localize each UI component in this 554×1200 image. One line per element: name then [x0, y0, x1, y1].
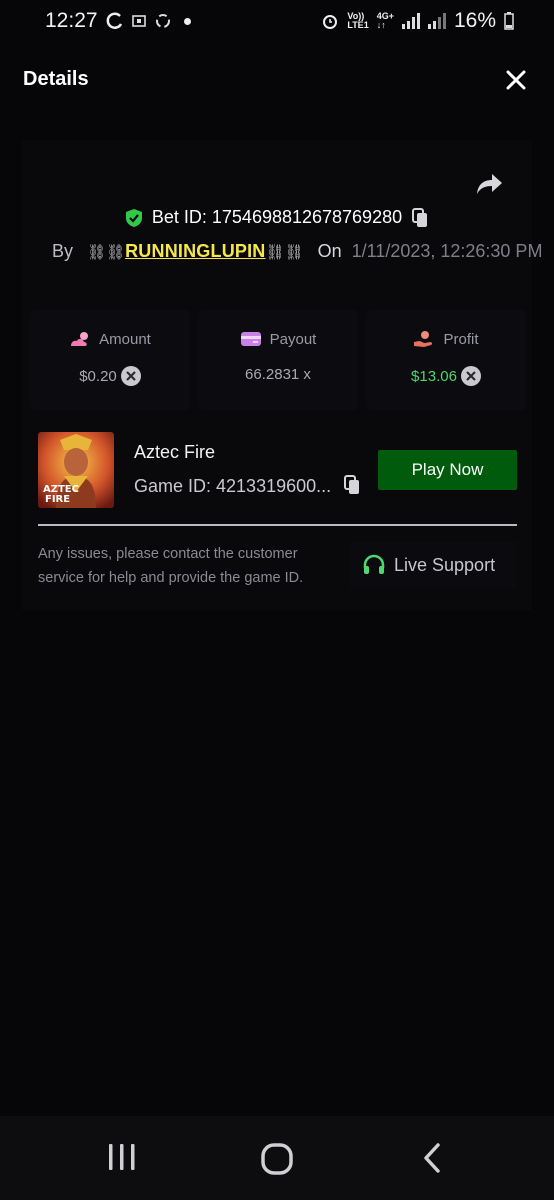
status-right: Vo)) LTE1 4G+ ↓↑ 16%: [321, 9, 514, 33]
clock: 12:27: [45, 9, 98, 32]
page-title: Details: [23, 68, 89, 90]
copy-icon[interactable]: [342, 475, 362, 495]
aztec-fire-artwork: AZTEC FIRE: [38, 432, 114, 508]
home-icon[interactable]: [260, 1142, 294, 1176]
game-name: Aztec Fire: [134, 442, 216, 462]
chain-decoration-left: ⛓⛓: [87, 243, 126, 261]
status-dot: [183, 17, 191, 25]
status-bar: 12:27 Vo)) LTE1 4G+ ↓↑ 16%: [0, 0, 554, 42]
play-now-button[interactable]: Play Now: [378, 450, 517, 490]
profit-value: $13.06: [411, 367, 457, 385]
game-thumbnail[interactable]: AZTEC FIRE: [38, 432, 114, 508]
help-text: Any issues, please contact the customer …: [38, 546, 304, 586]
details-header: Details: [0, 52, 554, 108]
recycle-icon: [155, 14, 170, 28]
game-id: Game ID: 4213319600...: [134, 476, 332, 496]
alarm-icon: [323, 15, 338, 29]
status-left: 12:27: [45, 9, 191, 33]
volte-indicator: Vo)) LTE1: [347, 11, 369, 30]
bet-id: Bet ID: 1754698812678769280: [151, 207, 403, 227]
by-label: By: [52, 241, 74, 261]
coin-icon: [460, 366, 481, 386]
battery-icon: [504, 12, 514, 30]
payout-label: Payout: [269, 330, 317, 348]
game-row: AZTEC FIRE Aztec Fire Game ID: 421331960…: [38, 432, 518, 508]
notification-app-icon: [131, 15, 146, 27]
hand-user-icon: [414, 331, 433, 347]
bet-id-row: Bet ID: 1754698812678769280: [0, 207, 554, 228]
sync-icon: [106, 12, 122, 29]
shield-check-icon: [125, 208, 142, 227]
share-icon[interactable]: [474, 170, 504, 198]
recent-apps-icon[interactable]: [106, 1142, 138, 1172]
signal-icon: [401, 13, 420, 29]
live-support-label: Live Support: [394, 554, 496, 575]
bet-stats: Amount $0.20 Payout 66.2831 x Profit $13…: [30, 310, 526, 410]
thumb-title-2: FIRE: [45, 494, 70, 505]
coin-icon: [120, 366, 141, 386]
close-icon[interactable]: [504, 68, 528, 92]
bet-date: 1/11/2023, 12:26:30 PM: [351, 241, 543, 261]
username-link[interactable]: RUNNINGLUPIN: [125, 241, 265, 262]
headset-icon: [363, 554, 385, 574]
amount-label: Amount: [99, 330, 151, 348]
stat-amount: Amount $0.20: [30, 310, 190, 410]
cloud-sun-icon: [71, 332, 89, 346]
stat-profit: Profit $13.06: [366, 310, 526, 410]
credit-card-icon: [240, 332, 261, 346]
network-type: 4G+ ↓↑: [376, 11, 394, 30]
profit-label: Profit: [443, 330, 479, 348]
bettor-row: By ⛓⛓ RUNNINGLUPIN ⛓⛓ On 1/11/2023, 12:2…: [52, 241, 542, 262]
signal-icon-2: [427, 13, 446, 29]
battery-percent: 16%: [453, 9, 496, 32]
live-support-button[interactable]: Live Support: [350, 542, 516, 588]
copy-icon[interactable]: [410, 207, 430, 228]
payout-value: 66.2831 x: [245, 366, 311, 383]
system-nav-bar: [0, 1116, 554, 1200]
on-label: On: [317, 241, 342, 261]
amount-value: $0.20: [79, 367, 117, 385]
back-icon[interactable]: [420, 1142, 444, 1174]
stat-payout: Payout 66.2831 x: [198, 310, 358, 410]
chain-decoration-right: ⛓⛓: [265, 243, 304, 261]
divider: [38, 524, 517, 526]
